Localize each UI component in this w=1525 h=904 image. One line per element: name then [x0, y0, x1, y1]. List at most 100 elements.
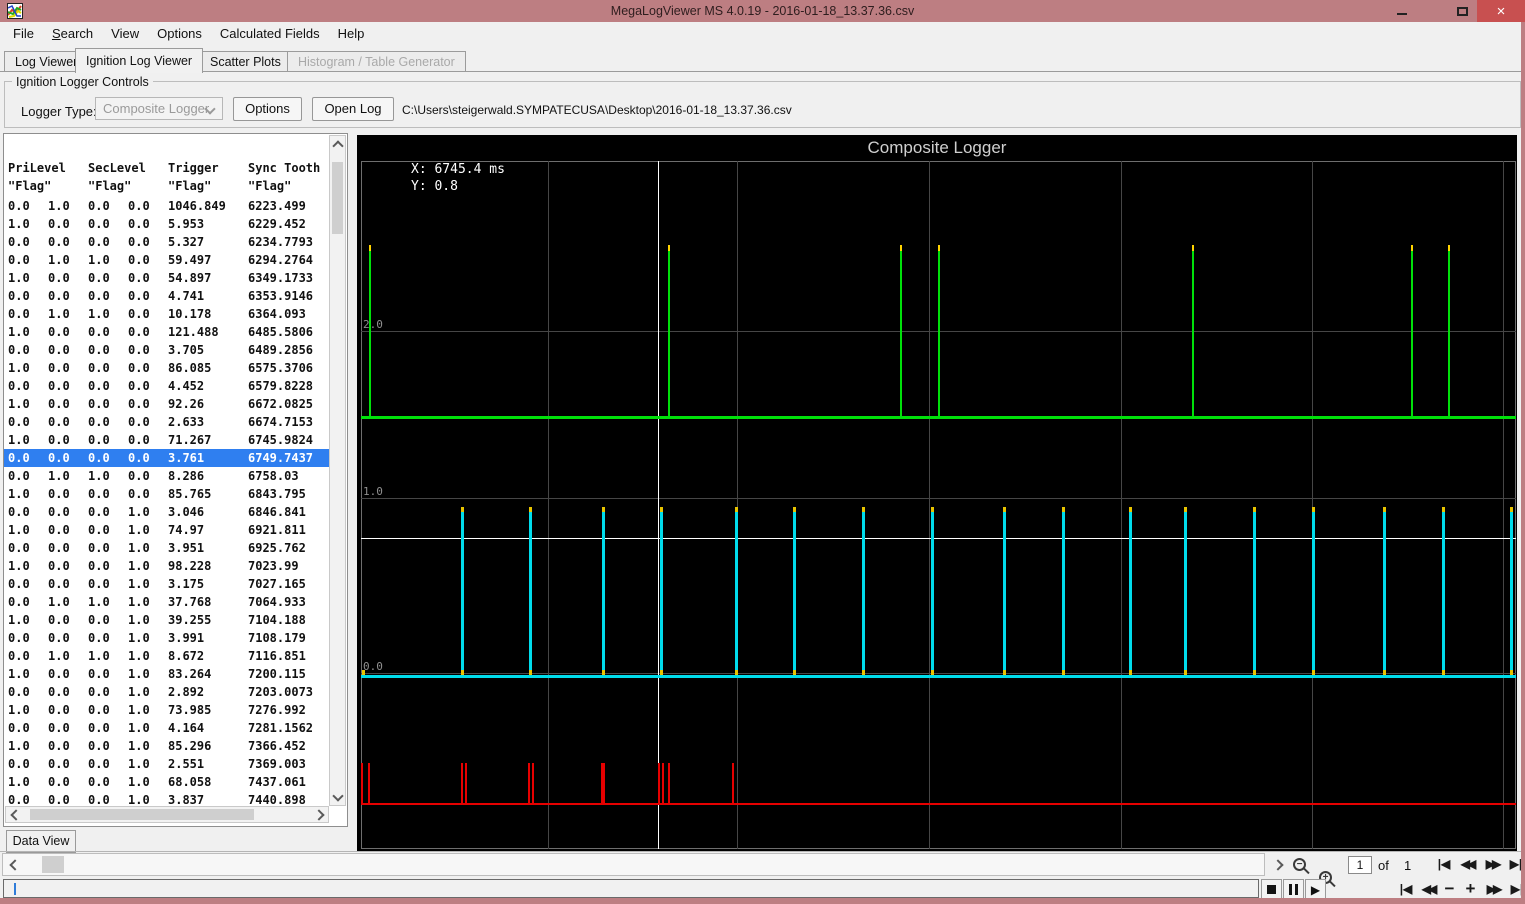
menu-item-options[interactable]: Options	[148, 22, 211, 46]
close-button[interactable]: ×	[1477, 0, 1525, 22]
playback-rewind-button[interactable]: ◀◀	[1418, 881, 1441, 897]
skip-to-start-icon: |◀	[1399, 882, 1413, 896]
table-row[interactable]: 0.0 0.0 0.0 1.0 2.551 7369.003	[4, 755, 330, 773]
chart-scroll-left-button[interactable]	[8, 858, 22, 872]
menu-item-file[interactable]: File	[4, 22, 43, 46]
table-row[interactable]: 0.0 0.0 0.0 1.0 4.164 7281.1562	[4, 719, 330, 737]
table-row[interactable]: 1.0 0.0 0.0 1.0 68.058 7437.061	[4, 773, 330, 791]
scroll-up-button[interactable]	[330, 138, 345, 153]
cell: 1.0	[128, 703, 150, 717]
table-row[interactable]: 1.0 0.0 0.0 0.0 54.897 6349.1733	[4, 269, 330, 287]
logger-type-dropdown[interactable]: Composite Logger	[95, 97, 223, 120]
table-row-selected[interactable]: 0.0 0.0 0.0 0.0 3.761 6749.7437	[4, 449, 330, 467]
chart-scroll-right-button[interactable]	[1271, 858, 1285, 872]
megalogviewer-window: MegaLogViewer MS 4.0.19 - 2016-01-18_13.…	[0, 0, 1525, 904]
minimize-button[interactable]	[1389, 0, 1415, 22]
table-row[interactable]: 0.0 1.0 1.0 0.0 59.497 6294.2764	[4, 251, 330, 269]
rewind-button[interactable]: ◀◀	[1457, 856, 1480, 872]
maximize-button[interactable]	[1449, 0, 1475, 22]
vertical-scrollbar[interactable]	[329, 135, 346, 806]
table-row[interactable]: 1.0 0.0 0.0 1.0 73.985 7276.992	[4, 701, 330, 719]
chart-scrollbar-thumb[interactable]	[42, 856, 64, 873]
command-input[interactable]	[3, 879, 1259, 898]
menu-item-view[interactable]: View	[102, 22, 148, 46]
table-row[interactable]: 1.0 0.0 0.0 0.0 92.26 6672.0825	[4, 395, 330, 413]
vertical-scrollbar-thumb[interactable]	[332, 162, 343, 234]
open-log-button[interactable]: Open Log	[312, 97, 394, 121]
table-row[interactable]: 0.0 0.0 0.0 1.0 3.175 7027.165	[4, 575, 330, 593]
scroll-right-button[interactable]	[311, 807, 326, 822]
cell: 0.0	[8, 199, 30, 213]
slower-button[interactable]: −	[1441, 879, 1458, 898]
table-row[interactable]: 0.0 1.0 1.0 0.0 10.178 6364.093	[4, 305, 330, 323]
fast-forward-button[interactable]: ▶▶	[1482, 856, 1505, 872]
table-row[interactable]: 1.0 0.0 0.0 0.0 71.267 6745.9824	[4, 431, 330, 449]
table-row[interactable]: 0.0 0.0 0.0 0.0 3.705 6489.2856	[4, 341, 330, 359]
table-row[interactable]: 1.0 0.0 0.0 0.0 86.085 6575.3706	[4, 359, 330, 377]
table-row[interactable]: 0.0 0.0 0.0 1.0 3.991 7108.179	[4, 629, 330, 647]
cell: 0.0	[48, 487, 70, 501]
tab-data-view[interactable]: Data View	[6, 830, 76, 853]
menu-item-search[interactable]: Search	[43, 22, 102, 46]
cell: 98.228	[168, 559, 212, 573]
table-row[interactable]: 1.0 0.0 0.0 1.0 98.228 7023.99	[4, 557, 330, 575]
table-row[interactable]: 1.0 0.0 0.0 0.0 121.488 6485.5806	[4, 323, 330, 341]
cyan-trace-base-dot	[602, 670, 605, 675]
horizontal-scrollbar-thumb[interactable]	[30, 809, 254, 820]
table-row[interactable]: 1.0 0.0 0.0 0.0 85.765 6843.795	[4, 485, 330, 503]
cell: 0.0	[88, 343, 110, 357]
composite-logger-chart[interactable]: Composite Logger 2.0 1.0 0.0 X: 6745.4 ms …	[357, 135, 1517, 851]
table-row[interactable]: 0.0 1.0 0.0 0.0 1046.849 6223.499	[4, 197, 330, 215]
table-row[interactable]: 1.0 0.0 0.0 0.0 5.953 6229.452	[4, 215, 330, 233]
tab-ignition-log-viewer[interactable]: Ignition Log Viewer	[75, 48, 204, 73]
play-button[interactable]: ▶	[1305, 879, 1326, 900]
table-row[interactable]: 1.0 0.0 0.0 1.0 74.97 6921.811	[4, 521, 330, 539]
cell: 2.892	[168, 685, 205, 699]
page-number-field[interactable]: 1	[1348, 856, 1372, 874]
table-row[interactable]: 0.0 0.0 0.0 0.0 5.327 6234.7793	[4, 233, 330, 251]
table-row[interactable]: 0.0 0.0 0.0 1.0 3.046 6846.841	[4, 503, 330, 521]
zoom-out-icon[interactable]: −	[1293, 858, 1306, 871]
logger-type-value: Composite Logger	[103, 101, 210, 116]
scroll-left-button[interactable]	[8, 807, 23, 822]
crosshair-horizontal	[361, 538, 1516, 539]
table-row[interactable]: 0.0 0.0 0.0 0.0 4.741 6353.9146	[4, 287, 330, 305]
pause-icon	[1289, 884, 1298, 895]
cell: 0.0	[88, 775, 110, 789]
table-row[interactable]: 0.0 0.0 0.0 1.0 3.837 7440.898	[4, 791, 330, 806]
skip-to-start-button[interactable]: |◀	[1434, 856, 1454, 872]
cyan-trace-spike-tip	[602, 507, 605, 512]
table-row[interactable]: 0.0 0.0 0.0 1.0 3.951 6925.762	[4, 539, 330, 557]
table-row[interactable]: 0.0 1.0 1.0 0.0 8.286 6758.03	[4, 467, 330, 485]
options-button[interactable]: Options	[233, 97, 302, 121]
horizontal-scrollbar[interactable]	[5, 806, 329, 823]
cyan-trace-spike	[602, 507, 605, 678]
table-row[interactable]: 1.0 0.0 0.0 1.0 83.264 7200.115	[4, 665, 330, 683]
table-row[interactable]: 1.0 0.0 0.0 1.0 85.296 7366.452	[4, 737, 330, 755]
cell: 0.0	[88, 793, 110, 806]
table-row[interactable]: 0.0 0.0 0.0 0.0 4.452 6579.8228	[4, 377, 330, 395]
tab-scatter-plots[interactable]: Scatter Plots	[199, 51, 292, 72]
playback-fast-forward-button[interactable]: ▶▶	[1483, 881, 1506, 897]
pause-button[interactable]	[1283, 879, 1304, 900]
scroll-down-button[interactable]	[330, 788, 345, 803]
cell: 1.0	[8, 325, 30, 339]
table-row[interactable]: 0.0 1.0 1.0 1.0 8.672 7116.851	[4, 647, 330, 665]
table-row[interactable]: 0.0 0.0 0.0 1.0 2.892 7203.0073	[4, 683, 330, 701]
menu-item-help[interactable]: Help	[329, 22, 374, 46]
cell: 0.0	[8, 415, 30, 429]
column-header: PriLevel	[8, 161, 66, 175]
menu-item-calculated-fields[interactable]: Calculated Fields	[211, 22, 329, 46]
cell: 0.0	[8, 505, 30, 519]
playback-skip-to-start-button[interactable]: |◀	[1396, 881, 1416, 897]
cell: 7366.452	[248, 739, 306, 753]
cell: 1.0	[128, 649, 150, 663]
table-row[interactable]: 1.0 0.0 0.0 1.0 39.255 7104.188	[4, 611, 330, 629]
cell: 1.0	[48, 199, 70, 213]
stop-button[interactable]	[1261, 879, 1282, 900]
table-row[interactable]: 0.0 0.0 0.0 0.0 2.633 6674.7153	[4, 413, 330, 431]
cell: 1.0	[88, 595, 110, 609]
table-row[interactable]: 0.0 1.0 1.0 1.0 37.768 7064.933	[4, 593, 330, 611]
chart-scrollbar-track[interactable]	[2, 853, 1265, 876]
faster-button[interactable]: +	[1462, 879, 1479, 898]
